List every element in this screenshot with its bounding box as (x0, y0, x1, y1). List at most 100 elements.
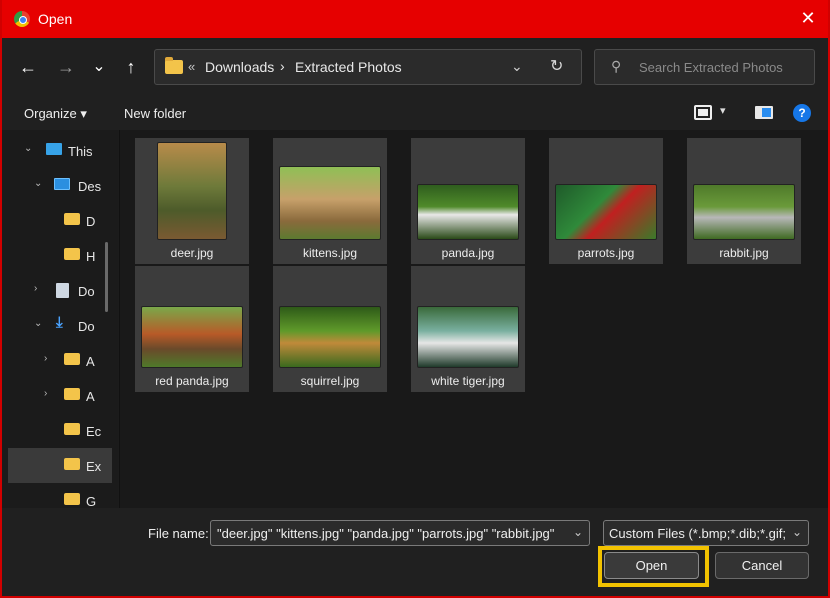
refresh-icon[interactable]: ↻ (550, 56, 563, 76)
file-tile[interactable]: parrots.jpg (549, 138, 663, 264)
file-tile[interactable]: white tiger.jpg (411, 266, 525, 392)
sidebar-item[interactable]: › Do (8, 273, 112, 308)
chrome-app-icon (14, 11, 30, 27)
file-thumbnail (555, 184, 657, 240)
file-tile[interactable]: red panda.jpg (135, 266, 249, 392)
file-name-value: "deer.jpg" "kittens.jpg" "panda.jpg" "pa… (217, 526, 555, 541)
new-folder-button[interactable]: New folder (124, 106, 186, 121)
collapse-chevron-icon[interactable]: ⌄ (34, 318, 42, 329)
organize-menu-button[interactable]: Organize ▾ (24, 106, 87, 122)
navigation-bar: ← → ⌄ ↑ « Downloads › Extracted Photos ⌄… (2, 38, 828, 96)
sidebar-item-label: Ec (86, 424, 102, 439)
folder-icon (64, 388, 80, 400)
expand-chevron-icon[interactable]: › (34, 283, 37, 294)
file-thumbnail (141, 306, 243, 368)
sidebar-item[interactable]: ⌄ This (8, 133, 112, 168)
sidebar-item[interactable]: D (8, 203, 112, 238)
refresh-area: ↻ (542, 49, 576, 85)
overflow-chevron-icon[interactable]: « (188, 59, 195, 74)
sidebar-item[interactable]: Ec (8, 413, 112, 448)
folder-icon (64, 353, 80, 365)
search-input[interactable]: Search Extracted Photos (639, 60, 783, 75)
folder-icon (64, 493, 80, 505)
address-bar[interactable]: « Downloads › Extracted Photos ⌄ (154, 49, 582, 85)
file-name-dropdown-icon[interactable]: ⌄ (573, 525, 583, 539)
sidebar-item-label: Ex (86, 459, 102, 474)
view-mode-icon[interactable] (694, 105, 712, 120)
help-icon[interactable]: ? (793, 104, 811, 122)
expand-chevron-icon[interactable]: › (44, 388, 47, 399)
navigation-pane: ⌄ This ⌄ Des D H › Do ⌄ ⤓ Do › A › A Ec Ex G (2, 130, 118, 508)
close-icon[interactable]: ✕ (798, 8, 818, 28)
file-name: red panda.jpg (155, 374, 229, 388)
file-name-label: File name: (148, 526, 209, 541)
file-tile[interactable]: panda.jpg (411, 138, 525, 264)
sidebar-item[interactable]: H (8, 238, 112, 273)
folder-icon (64, 213, 80, 225)
navigation-pane-scrollbar[interactable] (105, 242, 108, 312)
folder-icon (165, 57, 183, 74)
downloads-icon: ⤓ (56, 314, 63, 331)
open-file-dialog: Open ✕ ← → ⌄ ↑ « Downloads › Extracted P… (0, 0, 830, 598)
file-type-dropdown-icon[interactable]: ⌄ (792, 525, 802, 539)
file-name: kittens.jpg (302, 246, 358, 260)
dialog-footer: File name: "deer.jpg" "kittens.jpg" "pan… (2, 508, 828, 596)
collapse-chevron-icon[interactable]: ⌄ (34, 178, 42, 189)
file-thumbnail (279, 306, 381, 368)
file-tile[interactable]: deer.jpg (135, 138, 249, 264)
file-name: squirrel.jpg (300, 374, 360, 388)
address-dropdown-icon[interactable]: ⌄ (511, 58, 523, 75)
sidebar-item-label: Do (78, 319, 95, 334)
cancel-button[interactable]: Cancel (715, 552, 809, 579)
search-icon: ⚲ (611, 58, 622, 74)
file-name: parrots.jpg (577, 246, 635, 260)
breadcrumb-separator-icon: › (280, 58, 285, 74)
sidebar-item[interactable]: ⌄ ⤓ Do (8, 308, 112, 343)
file-name: white tiger.jpg (431, 374, 505, 388)
sidebar-item-label: A (86, 389, 95, 404)
file-tile[interactable]: kittens.jpg (273, 138, 387, 264)
file-name: rabbit.jpg (719, 246, 769, 260)
file-type-select[interactable]: Custom Files (*.bmp;*.dib;*.gif; ⌄ (603, 520, 809, 546)
file-thumbnail (417, 306, 519, 368)
forward-arrow-icon[interactable]: → (56, 56, 76, 78)
collapse-chevron-icon[interactable]: ⌄ (24, 143, 32, 154)
sidebar-item-label: A (86, 354, 95, 369)
file-name-input[interactable]: "deer.jpg" "kittens.jpg" "panda.jpg" "pa… (210, 520, 590, 546)
recent-locations-chevron-icon[interactable]: ⌄ (89, 56, 109, 78)
computer-icon (46, 143, 62, 155)
search-box[interactable]: ⚲ Search Extracted Photos (594, 49, 815, 85)
sidebar-item-label: G (86, 494, 97, 508)
folder-icon (64, 423, 80, 435)
preview-pane-icon[interactable] (755, 106, 773, 119)
sidebar-item-label: Do (78, 284, 95, 299)
sidebar-item-label: This (68, 144, 93, 159)
up-arrow-icon[interactable]: ↑ (121, 56, 141, 78)
back-arrow-icon[interactable]: ← (18, 56, 38, 78)
file-list-view: deer.jpg kittens.jpg panda.jpg parrots.jpg r… (120, 130, 828, 508)
file-tile[interactable]: squirrel.jpg (273, 266, 387, 392)
file-thumbnail (279, 166, 381, 240)
sidebar-item-label: D (86, 214, 96, 229)
file-type-value: Custom Files (*.bmp;*.dib;*.gif; (609, 526, 787, 541)
file-name: panda.jpg (441, 246, 495, 260)
expand-chevron-icon[interactable]: › (44, 353, 47, 364)
window-title: Open (38, 11, 73, 27)
file-thumbnail (417, 184, 519, 240)
file-tile[interactable]: rabbit.jpg (687, 138, 801, 264)
file-thumbnail (157, 142, 227, 240)
file-thumbnail (693, 184, 795, 240)
sidebar-item[interactable]: Ex (8, 448, 112, 483)
sidebar-item[interactable]: › A (8, 378, 112, 413)
view-options-dropdown-icon[interactable]: ▾ (720, 104, 726, 117)
sidebar-item[interactable]: G (8, 483, 112, 508)
breadcrumb-downloads[interactable]: Downloads (205, 59, 274, 75)
title-bar: Open ✕ (2, 0, 828, 38)
open-button[interactable]: Open (604, 552, 699, 579)
sidebar-item[interactable]: › A (8, 343, 112, 378)
sidebar-item[interactable]: ⌄ Des (8, 168, 112, 203)
breadcrumb-extracted-photos[interactable]: Extracted Photos (295, 59, 402, 75)
desktop-icon (54, 178, 70, 190)
sidebar-item-label: H (86, 249, 96, 264)
folder-icon (64, 248, 80, 260)
